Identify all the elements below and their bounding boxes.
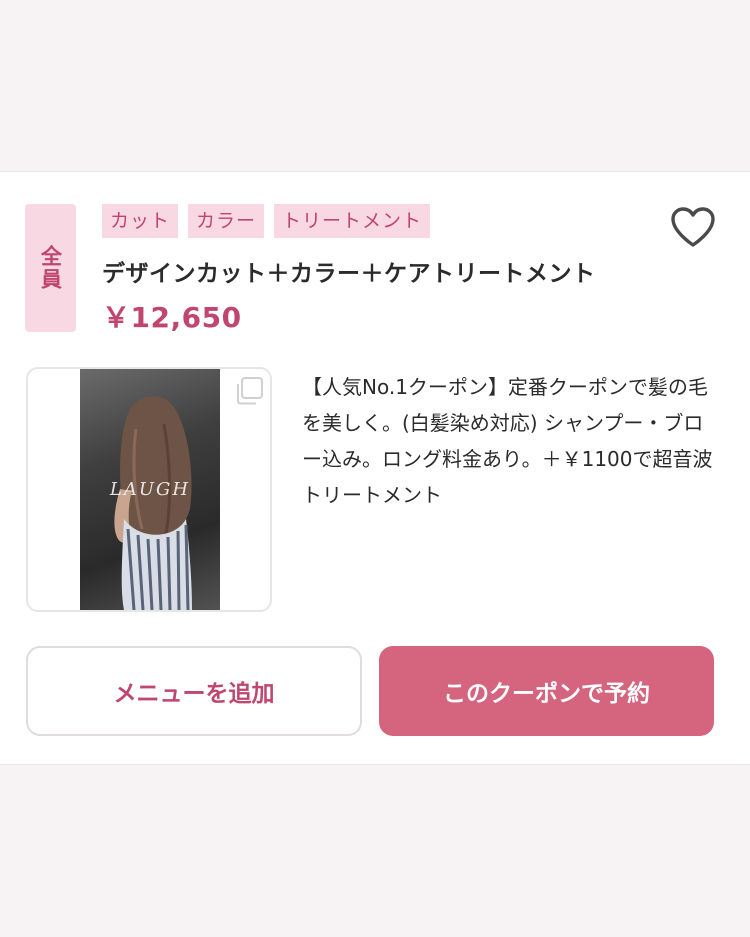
tag-color: カラー [188,204,265,238]
target-badge-label: 全員 [38,245,63,291]
target-badge: 全員 [25,204,76,332]
coupon-photo: LAUGH [80,369,220,610]
photo-watermark: LAUGH [109,479,191,500]
reserve-coupon-button[interactable]: このクーポンで予約 [379,646,714,736]
tag-treatment: トリートメント [274,204,431,238]
coupon-description: 【人気No.1クーポン】定番クーポンで髪の毛を美しく。(白髪染め対応) シャンプ… [302,375,713,507]
coupon-title: デザインカット＋カラー＋ケアトリートメント [102,261,596,287]
coupon-photo-frame[interactable]: LAUGH [26,367,272,612]
heart-outline-icon[interactable] [669,205,717,249]
coupon-price: ￥12,650 [102,301,242,334]
tag-cut: カット [102,204,179,238]
gallery-stack-icon [237,377,263,405]
coupon-card: 全員 カット カラー トリートメント デザインカット＋カラー＋ケアトリートメント… [0,171,750,765]
tag-list: カット カラー トリートメント [102,204,431,238]
add-menu-button[interactable]: メニューを追加 [26,646,362,736]
